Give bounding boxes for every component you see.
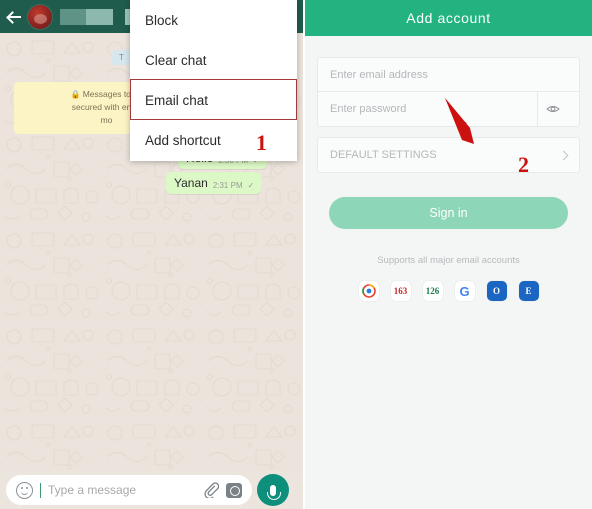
chevron-right-icon bbox=[558, 150, 569, 160]
sign-in-label: Sign in bbox=[429, 206, 468, 220]
annotation-step-1: 1 bbox=[256, 130, 267, 155]
microphone-button[interactable] bbox=[257, 474, 289, 506]
microphone-icon bbox=[267, 484, 281, 500]
exchange-icon[interactable]: E bbox=[518, 281, 539, 301]
password-field-placeholder: Enter password bbox=[330, 103, 407, 115]
contact-name-redacted-2 bbox=[86, 8, 113, 25]
gmail-icon[interactable]: G bbox=[454, 281, 475, 301]
context-menu: Block Clear chat Email chat Add shortcut bbox=[130, 0, 297, 161]
163-mail-icon[interactable]: 163 bbox=[390, 281, 411, 301]
message-input-field[interactable]: Type a message bbox=[6, 475, 252, 505]
contact-name-redacted bbox=[60, 8, 86, 25]
provider-icon-row: 163 126 G O E bbox=[317, 281, 580, 301]
message-tick-icon: ✓ bbox=[247, 181, 255, 190]
126-mail-icon[interactable]: 126 bbox=[422, 281, 443, 301]
date-divider-chip: T bbox=[112, 50, 132, 65]
supports-text: Supports all major email accounts bbox=[377, 255, 520, 266]
menu-item-clear-chat[interactable]: Clear chat bbox=[130, 40, 297, 80]
lock-icon: 🔒 bbox=[70, 90, 81, 99]
sign-in-button[interactable]: Sign in bbox=[329, 197, 568, 229]
add-account-header: Add account bbox=[305, 0, 592, 36]
chat-message-bubble: Yanan 2:31 PM ✓ bbox=[166, 172, 262, 194]
text-caret bbox=[40, 482, 41, 498]
annotation-arrow-icon bbox=[440, 94, 500, 154]
back-arrow-icon[interactable] bbox=[5, 8, 23, 26]
qq-mail-icon[interactable] bbox=[358, 281, 379, 301]
menu-item-add-shortcut[interactable]: Add shortcut bbox=[130, 120, 297, 160]
annotation-step-2: 2 bbox=[518, 152, 529, 177]
paperclip-icon[interactable] bbox=[203, 482, 220, 500]
avatar[interactable] bbox=[27, 3, 53, 30]
camera-icon[interactable] bbox=[226, 482, 242, 498]
message-time: 2:31 PM bbox=[212, 181, 243, 190]
message-text: Yanan bbox=[174, 176, 208, 190]
smiley-icon[interactable] bbox=[16, 481, 33, 499]
add-account-panel: Add account Enter email address Enter pa… bbox=[305, 0, 592, 509]
whatsapp-chat-panel: T 🔒Messages to thisecured with end-tmo H… bbox=[0, 0, 303, 509]
outlook-icon[interactable]: O bbox=[486, 281, 507, 301]
menu-item-email-chat[interactable]: Email chat bbox=[130, 80, 297, 120]
email-field-placeholder: Enter email address bbox=[330, 68, 428, 81]
email-field[interactable]: Enter email address bbox=[318, 58, 579, 92]
message-input-placeholder: Type a message bbox=[48, 483, 137, 497]
eye-icon[interactable] bbox=[537, 92, 567, 126]
page-title: Add account bbox=[406, 10, 491, 26]
account-form: Enter email address Enter password DEFAU… bbox=[305, 36, 592, 301]
menu-item-block[interactable]: Block bbox=[130, 0, 297, 40]
message-input-bar: Type a message bbox=[0, 470, 303, 509]
